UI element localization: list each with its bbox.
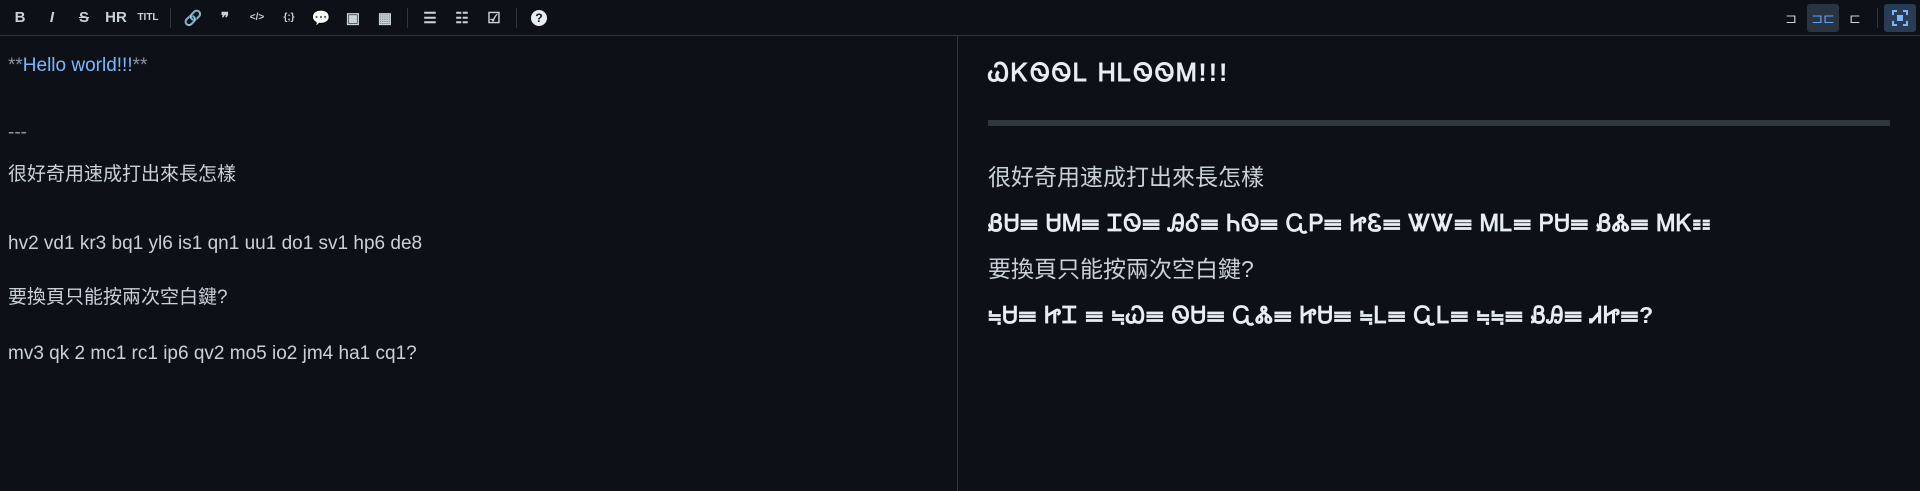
code-block-icon: {;} [283,12,295,23]
bold-marker-open: ** [8,55,23,76]
editor-line-cjk1[interactable]: 很好奇用速成打出來長怎樣 [8,161,949,188]
preview-cjk2: 要換頁只能按兩次空白鍵? [988,256,1254,282]
link-button[interactable]: 🔗 [177,4,209,32]
toolbar-separator [170,7,171,28]
ordered-list-button[interactable]: ☷ [446,4,478,32]
bold-icon: B [14,9,26,26]
hr-markdown: --- [8,122,27,143]
toolbar-left-group: B I S HR TITL 🔗 ❞ </> {;} 💬 ▣ ▦ ☰ ☷ ☑? [4,4,555,32]
fullscreen-icon [1892,10,1908,26]
editor-line-heading[interactable]: **Hello world!!!** [8,52,949,79]
toolbar-separator [407,7,408,28]
unordered-list-icon: ☰ [423,9,437,27]
editor-only-button[interactable]: ⊐ [1775,4,1807,32]
unordered-list-button[interactable]: ☰ [414,4,446,32]
editor-line-hr[interactable]: --- [8,119,949,146]
strikethrough-icon: S [78,9,89,26]
editor-line-codes1[interactable]: hv2 vd1 kr3 bq1 yl6 is1 qn1 uu1 do1 sv1 … [8,230,949,257]
table-button[interactable]: ▦ [369,4,401,32]
code-block-button[interactable]: {;} [273,4,305,32]
strikethrough-button[interactable]: S [68,4,100,32]
help-button[interactable]: ? [523,4,555,32]
image-icon: ▣ [345,9,361,27]
hr-icon: HR [105,9,127,26]
markdown-preview: ᏇᏦᏫᏫᏞ ᎻᏞᏫᏫᎷ!!! 很好奇用速成打出來長怎樣 ᏰᏌ☰ ᏌᎷ☰ ᏆᏫ☰ … [958,36,1920,491]
toolbar-separator [1877,8,1878,28]
split-view-button[interactable]: ⊐⊏ [1807,4,1839,32]
preview-cjk1: 很好奇用速成打出來長怎樣 [988,164,1264,190]
comment-button[interactable]: 💬 [305,4,337,32]
preview-only-button[interactable]: ⊏ [1839,4,1871,32]
title-button[interactable]: TITL [132,4,164,32]
image-button[interactable]: ▣ [337,4,369,32]
preview-heading: ᏇᏦᏫᏫᏞ ᎻᏞᏫᏫᎷ!!! [988,59,1230,87]
italic-button[interactable]: I [36,4,68,32]
title-icon: TITL [137,12,159,23]
toolbar-separator [516,7,517,28]
preview-glyph-line1: ᏰᏌ☰ ᏌᎷ☰ ᏆᏫ☰ ᎯᎴ☰ ᏂᏫ☰ ᏩᏢ☰ ᏥᏋ☰ ᏔᏔ☰ ᎷᏞ☰ ᏢᏌ☰ … [988,210,1712,236]
bold-button[interactable]: B [4,4,36,32]
ordered-list-icon: ☷ [455,9,469,27]
link-icon: 🔗 [183,9,203,27]
preview-glyph-line2: ≒Ꮜ☰ ᏥᏆ ☰ ≒Ꮗ☰ ᏫᏌ☰ ᏩᏜ☰ ᏥᏌ☰ ≒Ꮮ☰ ᏩᏞ☰ ≒≒☰ ᏰᎯ☰… [988,302,1655,328]
task-list-button[interactable]: ☑ [478,4,510,32]
bold-marker-close: ** [132,55,148,76]
bold-text: Hello world!!! [22,55,133,76]
task-list-icon: ☑ [487,9,501,27]
editor-only-icon: ⊐ [1785,9,1797,26]
code-icon: </> [249,12,265,23]
editor-toolbar: B I S HR TITL 🔗 ❞ </> {;} 💬 ▣ ▦ ☰ ☷ ☑? ⊐ ⊐⊏ ⊏ [0,0,1920,36]
editor-line-codes2[interactable]: mv3 qk 2 mc1 rc1 ip6 qv2 mo5 io2 jm4 ha1… [8,340,949,367]
preview-only-icon: ⊏ [1849,9,1861,26]
editor-line-cjk2[interactable]: 要換頁只能按兩次空白鍵? [8,284,949,311]
italic-icon: I [49,9,55,26]
help-icon: ? [531,9,547,26]
quote-button[interactable]: ❞ [209,4,241,32]
toolbar-right-group: ⊐ ⊐⊏ ⊏ [1775,4,1916,32]
code-button[interactable]: </> [241,4,273,32]
hr-button[interactable]: HR [100,4,132,32]
comment-icon: 💬 [311,9,331,27]
table-icon: ▦ [377,9,393,27]
split-view-icon: ⊐⊏ [1811,9,1835,26]
fullscreen-button[interactable] [1884,4,1916,32]
preview-hr [988,120,1890,126]
quote-icon: ❞ [220,9,230,27]
markdown-editor[interactable]: **Hello world!!!** --- 很好奇用速成打出來長怎樣 hv2 … [0,36,958,491]
